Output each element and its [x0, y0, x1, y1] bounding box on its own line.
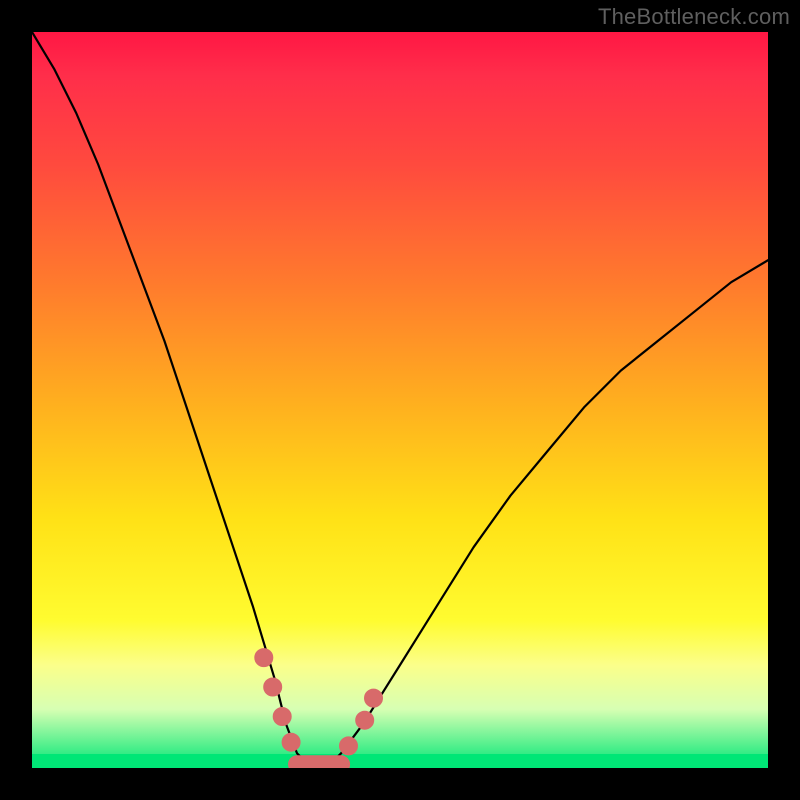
bottleneck-curve [32, 32, 768, 768]
highlight-marker [356, 711, 374, 729]
highlight-marker [255, 649, 273, 667]
highlight-marker [340, 737, 358, 755]
highlight-marker [264, 678, 282, 696]
highlight-markers [255, 649, 383, 755]
watermark-text: TheBottleneck.com [598, 4, 790, 30]
highlight-marker [273, 708, 291, 726]
curve-layer [32, 32, 768, 768]
highlight-marker [282, 733, 300, 751]
highlight-marker [365, 689, 383, 707]
plot-area [32, 32, 768, 768]
chart-frame: TheBottleneck.com [0, 0, 800, 800]
